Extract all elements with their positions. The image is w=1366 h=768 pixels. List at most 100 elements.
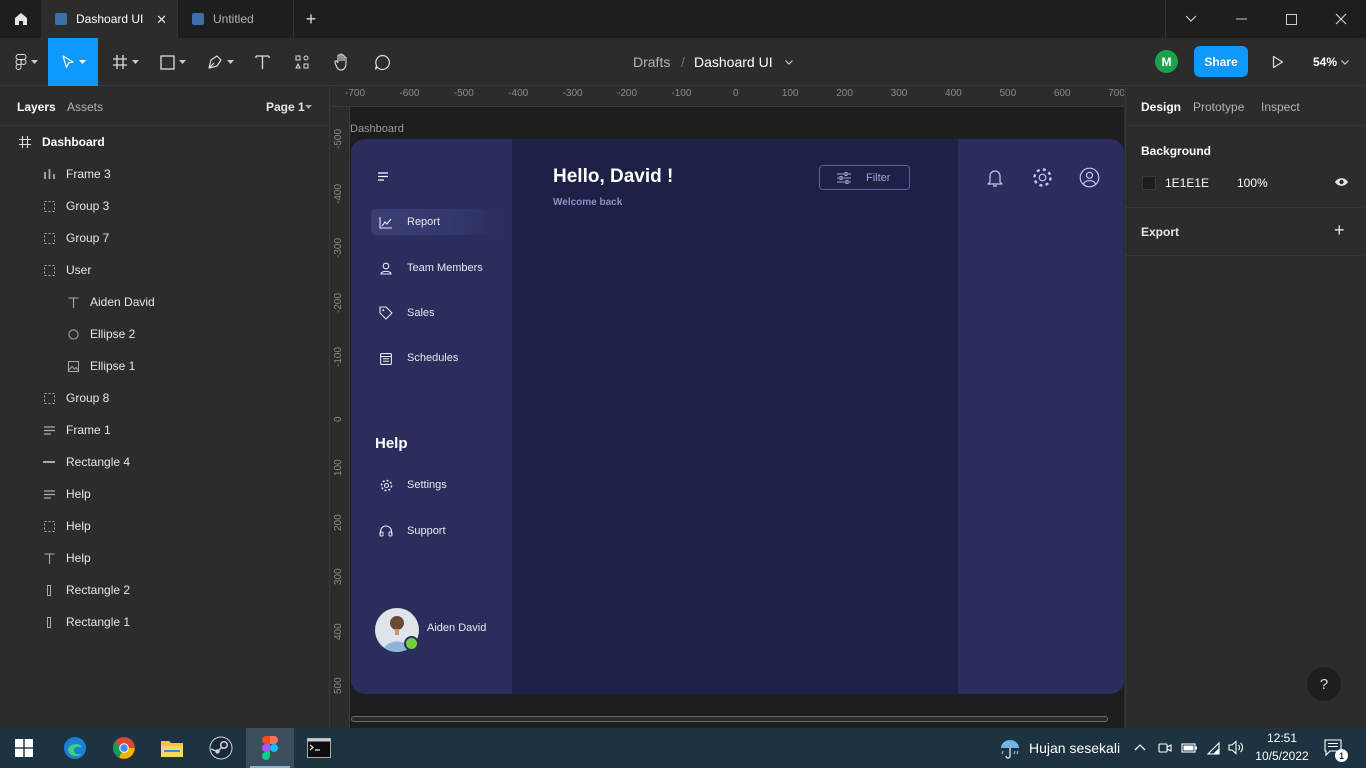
page-selector[interactable]: Page 1 xyxy=(266,100,305,114)
start-button[interactable] xyxy=(0,728,48,768)
file-name[interactable]: Dashoard UI xyxy=(694,38,773,86)
weather-text[interactable]: Hujan sesekali xyxy=(1029,740,1120,756)
frame-tool-button[interactable] xyxy=(106,38,144,86)
steam-app[interactable] xyxy=(197,728,245,768)
figma-app[interactable] xyxy=(246,728,294,768)
wifi-icon[interactable] xyxy=(1205,740,1222,755)
comment-tool-button[interactable] xyxy=(368,38,396,86)
user-avatar[interactable]: M xyxy=(1155,50,1178,73)
chrome-app[interactable] xyxy=(100,728,148,768)
hand-tool-button[interactable] xyxy=(328,38,356,86)
layer-row[interactable]: Group 3 xyxy=(0,190,329,222)
shape-tool-button[interactable] xyxy=(154,38,192,86)
hamburger-menu-icon[interactable] xyxy=(378,172,388,181)
gear-icon xyxy=(375,479,397,492)
clock-date[interactable]: 10/5/2022 xyxy=(1254,749,1310,763)
play-icon xyxy=(1272,55,1284,69)
layer-row[interactable]: User xyxy=(0,254,329,286)
ruler-vertical: -500 -400 -300 -200 -100 0 100 200 300 400 500 xyxy=(331,107,350,728)
volume-icon[interactable] xyxy=(1228,740,1245,755)
nav-sales[interactable]: Sales xyxy=(371,300,506,326)
tab-inspect[interactable]: Inspect xyxy=(1261,100,1300,114)
nav-team-members[interactable]: Team Members xyxy=(371,255,506,281)
nav-report[interactable]: Report xyxy=(371,209,506,235)
nav-settings[interactable]: Settings xyxy=(371,472,506,498)
nav-support[interactable]: Support xyxy=(371,518,506,544)
horizontal-scrollbar[interactable] xyxy=(351,716,1108,722)
move-tool-button[interactable] xyxy=(48,38,98,86)
layer-row[interactable]: Group 8 xyxy=(0,382,329,414)
background-opacity-input[interactable]: 100% xyxy=(1237,176,1268,190)
ruler-tick-label: -200 xyxy=(616,88,638,99)
layer-row[interactable]: Help xyxy=(0,478,329,510)
tab-dashoard-ui[interactable]: Dashoard UI ✕ xyxy=(41,0,178,38)
auto-layout-icon xyxy=(41,489,57,499)
tab-layers[interactable]: Layers xyxy=(17,100,56,114)
present-button[interactable] xyxy=(1266,38,1290,86)
add-export-button[interactable]: + xyxy=(1334,220,1345,241)
minimize-button[interactable] xyxy=(1216,0,1266,38)
layer-row[interactable]: Group 7 xyxy=(0,222,329,254)
maximize-button[interactable] xyxy=(1266,0,1316,38)
pen-tool-button[interactable] xyxy=(200,38,240,86)
zoom-dropdown[interactable]: 54% xyxy=(1306,38,1356,86)
background-hex-input[interactable]: 1E1E1E xyxy=(1165,176,1209,190)
chevron-up-icon[interactable] xyxy=(1134,743,1146,751)
layer-row[interactable]: Aiden David xyxy=(0,286,329,318)
layer-row[interactable]: Rectangle 1 xyxy=(0,606,329,638)
background-color-swatch[interactable] xyxy=(1142,176,1156,190)
dashboard-frame[interactable]: Report Team Members Sales Schedules Help… xyxy=(351,139,1124,694)
layer-row[interactable]: Rectangle 2 xyxy=(0,574,329,606)
auto-layout-icon xyxy=(41,425,57,435)
bell-icon[interactable] xyxy=(987,168,1003,188)
layer-row[interactable]: Help xyxy=(0,510,329,542)
layer-name: Rectangle 1 xyxy=(66,615,131,629)
share-button[interactable]: Share xyxy=(1194,46,1248,77)
filter-button[interactable]: Filter xyxy=(819,165,910,190)
clock-time[interactable]: 12:51 xyxy=(1254,731,1310,745)
chevron-down-icon[interactable] xyxy=(1166,0,1216,38)
layer-row[interactable]: Help xyxy=(0,542,329,574)
new-tab-button[interactable]: + xyxy=(300,0,322,38)
main-menu-button[interactable] xyxy=(8,38,44,86)
layer-row[interactable]: Ellipse 2 xyxy=(0,318,329,350)
tab-design[interactable]: Design xyxy=(1141,100,1181,114)
layer-row[interactable]: Frame 3 xyxy=(0,158,329,190)
breadcrumb-folder[interactable]: Drafts xyxy=(633,38,670,86)
file-menu-chevron-icon[interactable] xyxy=(785,38,793,86)
tab-assets[interactable]: Assets xyxy=(67,100,103,114)
gear-icon[interactable] xyxy=(1032,167,1053,188)
text-tool-button[interactable] xyxy=(248,38,276,86)
file-explorer-app[interactable] xyxy=(148,728,196,768)
resources-button[interactable] xyxy=(288,38,316,86)
layer-row[interactable]: Rectangle 4 xyxy=(0,446,329,478)
terminal-app[interactable] xyxy=(295,728,343,768)
layer-row[interactable]: Frame 1 xyxy=(0,414,329,446)
ruler-tick-label: -600 xyxy=(399,88,420,99)
home-button[interactable] xyxy=(0,0,41,38)
layer-name: Dashboard xyxy=(42,135,105,149)
ruler-tick-label: 500 xyxy=(333,677,344,694)
edge-app[interactable] xyxy=(51,728,99,768)
bar-chart-icon xyxy=(41,169,57,179)
weather-rain-umbrella-icon[interactable] xyxy=(998,736,1022,760)
nav-schedules[interactable]: Schedules xyxy=(371,345,506,371)
tab-untitled[interactable]: Untitled xyxy=(178,0,294,38)
battery-icon[interactable] xyxy=(1181,741,1198,754)
profile-circle-icon[interactable] xyxy=(1079,167,1100,188)
eye-icon[interactable] xyxy=(1334,177,1349,187)
chevron-down-icon[interactable] xyxy=(305,105,312,109)
layer-row[interactable]: Dashboard xyxy=(0,126,329,158)
frame-name-label[interactable]: Dashboard xyxy=(350,123,404,135)
close-window-button[interactable] xyxy=(1316,0,1366,38)
text-icon xyxy=(41,552,57,564)
frame-hash-icon xyxy=(17,136,33,148)
close-tab-icon[interactable]: ✕ xyxy=(156,12,167,28)
meet-now-icon[interactable] xyxy=(1158,740,1172,755)
tab-prototype[interactable]: Prototype xyxy=(1193,100,1244,114)
online-status-dot xyxy=(404,636,419,651)
canvas[interactable]: -700 -600 -500 -400 -300 -200 -100 0 100 200 300 40… xyxy=(331,87,1124,728)
layer-row[interactable]: Ellipse 1 xyxy=(0,350,329,382)
tab-label: Dashoard UI xyxy=(76,12,144,26)
help-button[interactable]: ? xyxy=(1307,667,1341,701)
